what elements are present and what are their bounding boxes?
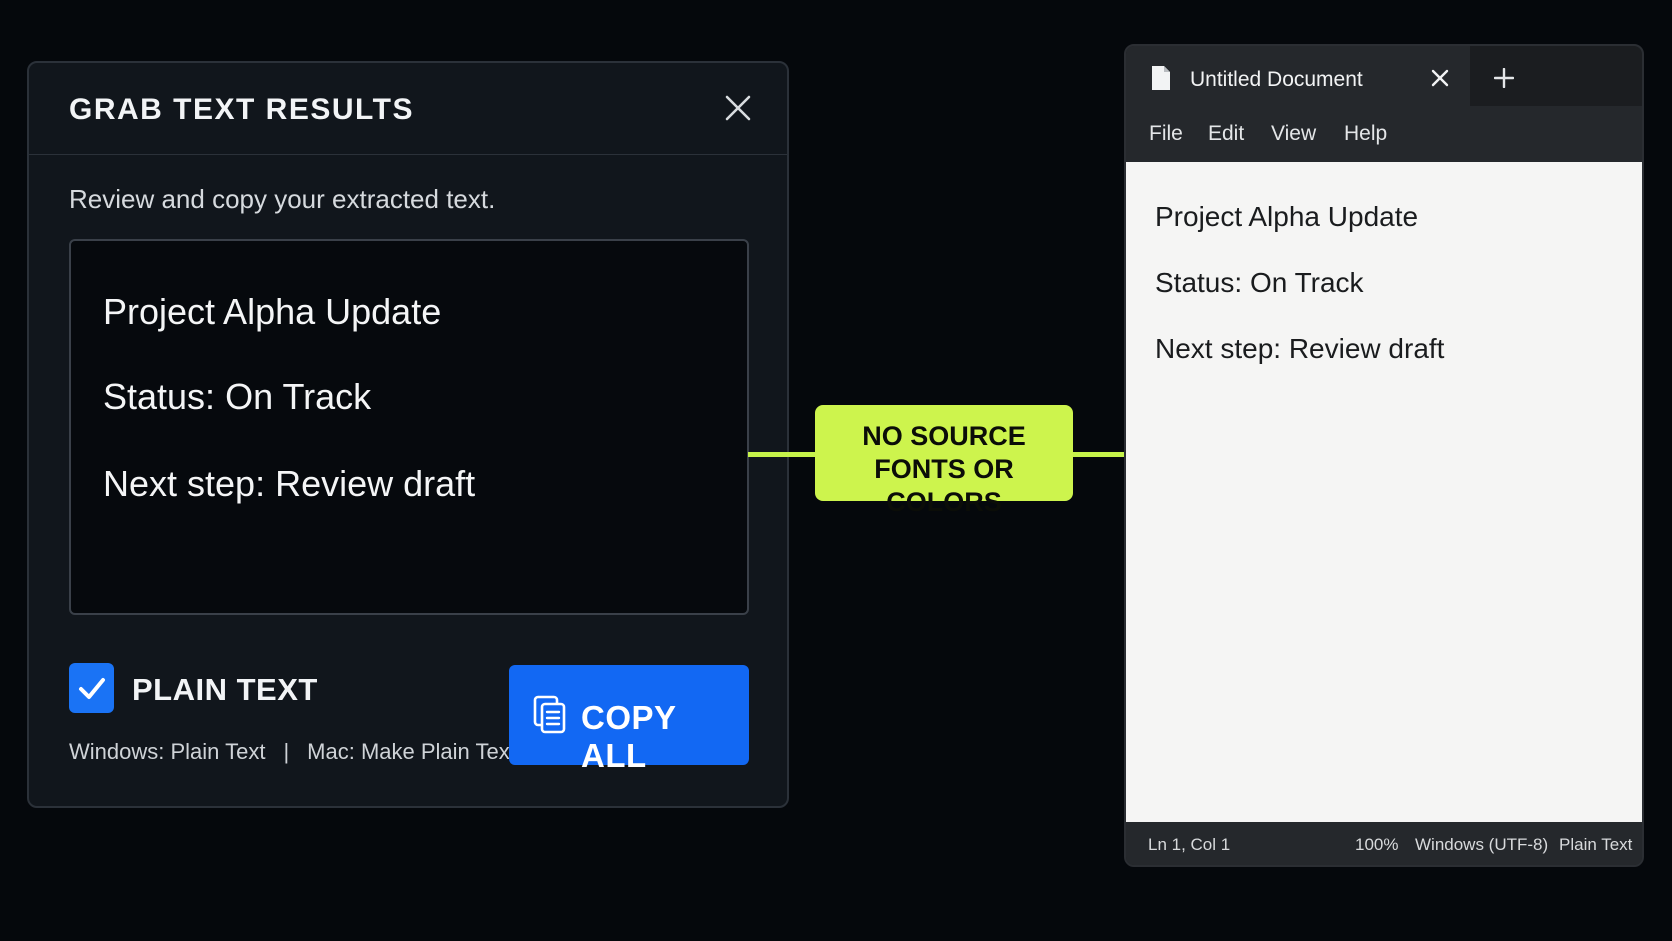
copy-all-label: COPY ALL [581, 699, 676, 774]
document-icon [1152, 66, 1170, 90]
windows-shortcut-hint: Windows: Plain Text [69, 739, 266, 764]
cursor-position: Ln 1, Col 1 [1148, 835, 1231, 854]
close-tab-icon[interactable] [1431, 69, 1449, 87]
mac-shortcut-hint: Mac: Make Plain Text [307, 739, 516, 764]
extracted-text-box[interactable]: Project Alpha Update Status: On Track Ne… [69, 239, 749, 615]
result-line: Status: On Track [103, 376, 372, 417]
plus-icon[interactable] [1494, 68, 1514, 88]
close-icon [725, 95, 751, 121]
menu-file[interactable]: File [1149, 122, 1183, 146]
menu-view[interactable]: View [1271, 122, 1316, 146]
checkmark-icon [79, 678, 105, 699]
document-line: Status: On Track [1155, 267, 1364, 298]
hint-separator: | [283, 739, 290, 764]
callout-line-2: FONTS OR COLORS [874, 454, 1014, 517]
close-button[interactable] [723, 93, 753, 123]
encoding: Windows (UTF-8) [1415, 835, 1549, 854]
result-line: Project Alpha Update [103, 291, 442, 332]
shortcut-hints: Windows: Plain Text | Mac: Make Plain Text [69, 739, 516, 765]
copy-icon [533, 695, 566, 734]
status-bar: Ln 1, Col 1 100% Windows (UTF-8) Plain T… [1126, 822, 1642, 865]
document-tab[interactable]: Untitled Document [1126, 46, 1470, 106]
tab-title: Untitled Document [1190, 68, 1363, 91]
plain-text-label[interactable]: PLAIN TEXT [132, 672, 318, 708]
format-mode: Plain Text [1559, 835, 1633, 854]
dialog-title: GRAB TEXT RESULTS [69, 93, 414, 126]
document-line: Project Alpha Update [1155, 201, 1419, 232]
callout-line-1: NO SOURCE [862, 421, 1026, 451]
grab-text-dialog: GRAB TEXT RESULTS Review and copy your e… [27, 61, 789, 808]
dialog-subtitle: Review and copy your extracted text. [69, 184, 496, 214]
dialog-header: GRAB TEXT RESULTS [29, 63, 787, 155]
callout-badge: NO SOURCE FONTS OR COLORS [815, 405, 1073, 517]
plain-text-checkbox[interactable] [69, 663, 114, 713]
menu-edit[interactable]: Edit [1208, 122, 1244, 146]
text-editor-window: Untitled Document File Edit View Help Pr… [1124, 44, 1644, 867]
result-line: Next step: Review draft [103, 463, 476, 504]
menu-help[interactable]: Help [1344, 122, 1387, 146]
zoom-level: 100% [1355, 835, 1399, 854]
copy-all-button[interactable]: COPY ALL [509, 665, 749, 774]
document-line: Next step: Review draft [1155, 333, 1445, 364]
document-text-area[interactable]: Project Alpha Update Status: On Track Ne… [1126, 162, 1642, 822]
menu-bar: File Edit View Help [1126, 106, 1642, 162]
connector-line-left [748, 452, 816, 457]
